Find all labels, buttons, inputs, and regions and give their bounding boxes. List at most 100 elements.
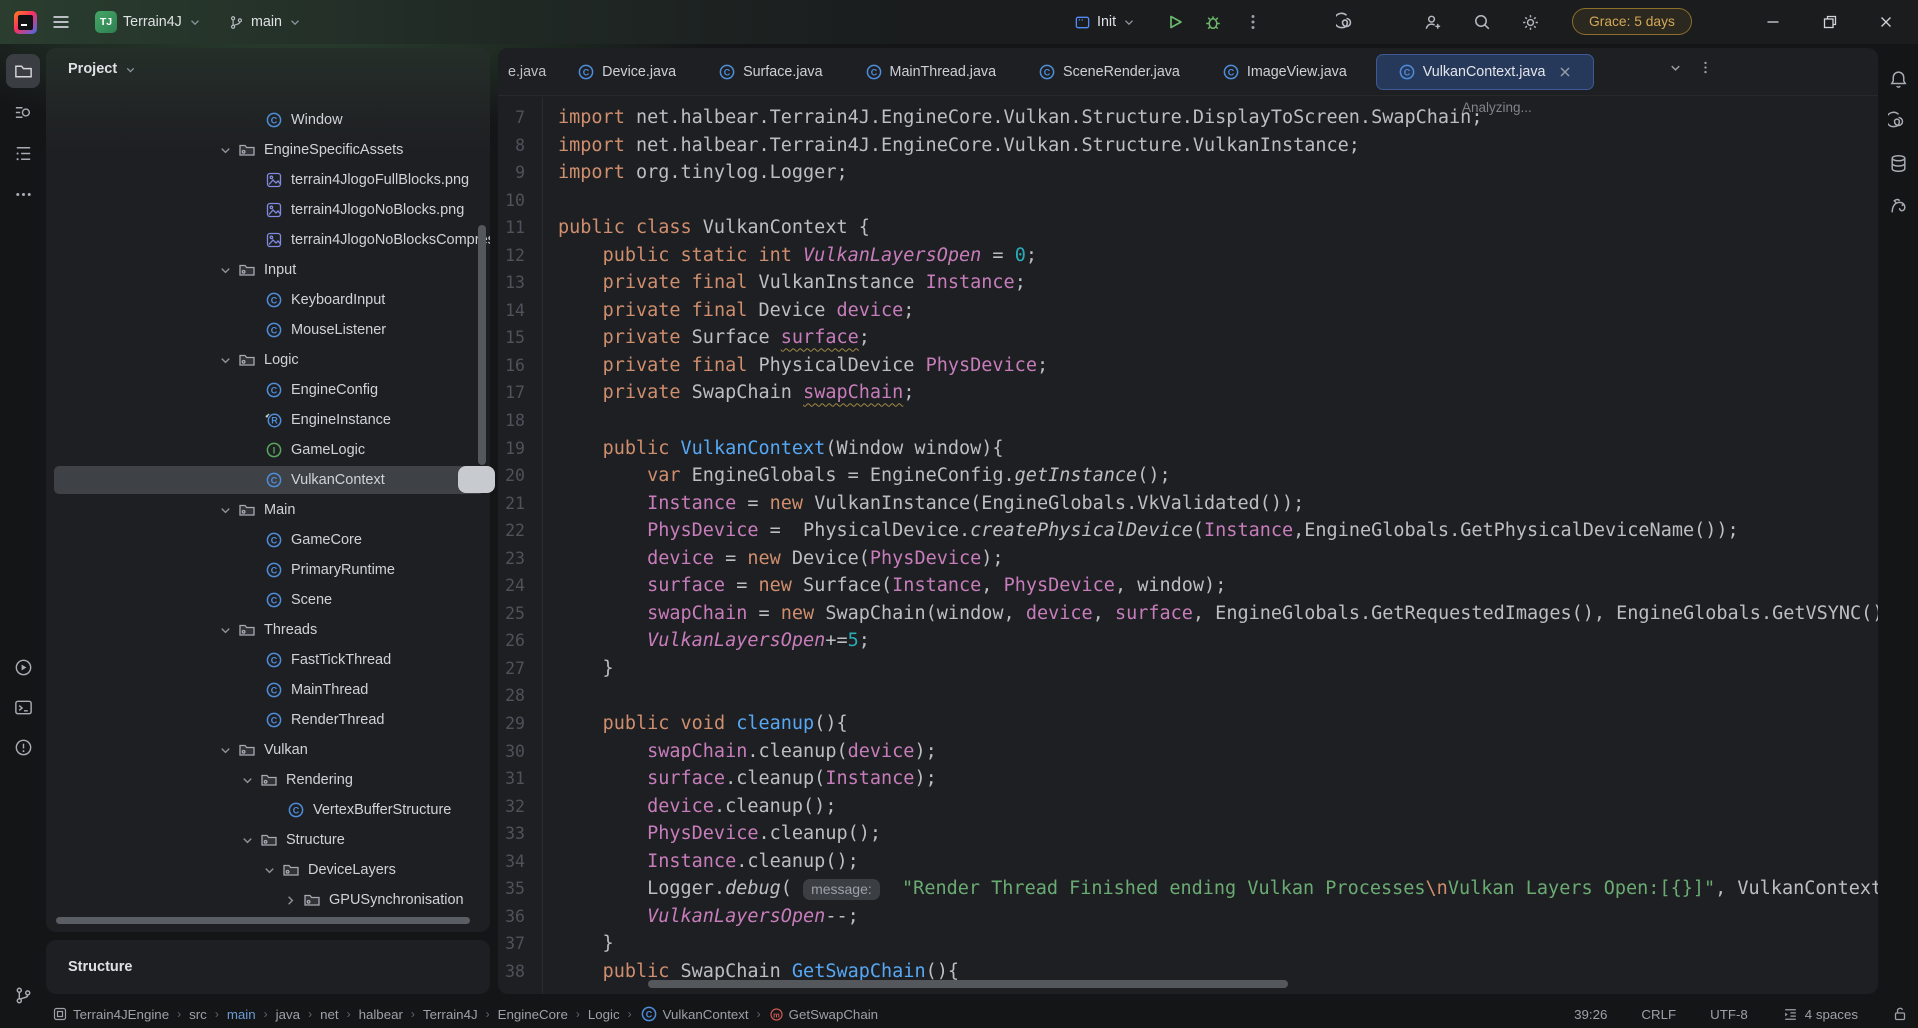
line-number[interactable]: 30 bbox=[498, 738, 528, 766]
tree-item-Window[interactable]: CWindow bbox=[46, 105, 490, 135]
tool-window-button-project[interactable] bbox=[6, 54, 40, 88]
line-number[interactable]: 15 bbox=[498, 324, 528, 352]
code-line-12[interactable]: public static int VulkanLayersOpen = 0; bbox=[558, 242, 1878, 270]
tree-item-GPUSynchronisation[interactable]: GPUSynchronisation bbox=[46, 885, 490, 915]
tree-item-Logic[interactable]: Logic bbox=[46, 345, 490, 375]
editor-tab-Device.java[interactable]: CDevice.java bbox=[556, 54, 697, 90]
chevron-down-icon[interactable] bbox=[218, 501, 238, 519]
line-number[interactable]: 31 bbox=[498, 765, 528, 793]
breadcrumb-net[interactable]: net bbox=[320, 1007, 339, 1022]
line-number[interactable]: 34 bbox=[498, 848, 528, 876]
tree-item-terrain4JlogoNoBlocksCompressed.png[interactable]: terrain4JlogoNoBlocksCompressed.png bbox=[46, 225, 490, 255]
editor-tab-VulkanContext.java[interactable]: CVulkanContext.java bbox=[1376, 54, 1595, 90]
line-number[interactable]: 35 bbox=[498, 875, 528, 903]
breadcrumb-Terrain4J[interactable]: Terrain4J bbox=[423, 1007, 478, 1022]
code-line-26[interactable]: VulkanLayersOpen+=5; bbox=[558, 627, 1878, 655]
tool-window-button-run-tool[interactable] bbox=[6, 650, 40, 684]
caret-position[interactable]: 39:26 bbox=[1574, 1007, 1607, 1022]
code-line-21[interactable]: Instance = new VulkanInstance(EngineGlob… bbox=[558, 490, 1878, 518]
tree-item-EngineSpecificAssets[interactable]: EngineSpecificAssets bbox=[46, 135, 490, 165]
line-number[interactable]: 7 bbox=[498, 104, 528, 132]
line-number[interactable]: 17 bbox=[498, 379, 528, 407]
file-encoding[interactable]: UTF-8 bbox=[1710, 1007, 1748, 1022]
code-line-24[interactable]: surface = new Surface(Instance, PhysDevi… bbox=[558, 572, 1878, 600]
code-line-15[interactable]: private Surface surface; bbox=[558, 324, 1878, 352]
main-menu-button[interactable] bbox=[50, 0, 72, 44]
search-everywhere-button[interactable] bbox=[1465, 5, 1499, 39]
chevron-down-icon[interactable] bbox=[218, 141, 238, 159]
tree-item-terrain4JlogoNoBlocks.png[interactable]: terrain4JlogoNoBlocks.png bbox=[46, 195, 490, 225]
line-number[interactable]: 37 bbox=[498, 930, 528, 958]
code-editor[interactable]: import net.halbear.Terrain4J.EngineCore.… bbox=[558, 104, 1878, 986]
readonly-toggle[interactable] bbox=[1892, 1006, 1908, 1022]
tree-item-GameCore[interactable]: CGameCore bbox=[46, 525, 490, 555]
code-line-32[interactable]: device.cleanup(); bbox=[558, 793, 1878, 821]
tool-window-button-terminal[interactable] bbox=[6, 690, 40, 724]
breadcrumb-halbear[interactable]: halbear bbox=[359, 1007, 403, 1022]
tree-item-terrain4JlogoFullBlocks.png[interactable]: terrain4JlogoFullBlocks.png bbox=[46, 165, 490, 195]
chevron-down-icon[interactable] bbox=[262, 861, 282, 879]
line-number[interactable]: 38 bbox=[498, 958, 528, 986]
code-line-37[interactable]: } bbox=[558, 930, 1878, 958]
vcs-widget[interactable]: main bbox=[228, 0, 302, 44]
line-number[interactable]: 24 bbox=[498, 572, 528, 600]
tree-item-VertexBufferStructure[interactable]: CVertexBufferStructure bbox=[46, 795, 490, 825]
code-line-28[interactable] bbox=[558, 682, 1878, 710]
code-with-me-button[interactable] bbox=[1415, 5, 1449, 39]
tool-window-button-ai-assistant[interactable] bbox=[1881, 104, 1915, 138]
chevron-down-icon[interactable] bbox=[240, 771, 260, 789]
splitter-drag-handle[interactable] bbox=[458, 466, 495, 493]
tool-window-button-structure-tool[interactable] bbox=[6, 136, 40, 170]
tree-vertical-scrollbar[interactable] bbox=[478, 225, 486, 465]
tree-item-FastTickThread[interactable]: CFastTickThread bbox=[46, 645, 490, 675]
run-button[interactable] bbox=[1158, 5, 1192, 39]
code-line-35[interactable]: Logger.debug( message: "Render Thread Fi… bbox=[558, 875, 1878, 903]
chevron-down-icon[interactable] bbox=[218, 261, 238, 279]
tree-item-Vulkan[interactable]: Vulkan bbox=[46, 735, 490, 765]
project-widget[interactable]: TJ Terrain4J bbox=[95, 0, 202, 44]
breadcrumb-Terrain4JEngine[interactable]: Terrain4JEngine bbox=[52, 1006, 169, 1022]
code-line-31[interactable]: surface.cleanup(Instance); bbox=[558, 765, 1878, 793]
tree-item-MainThread[interactable]: CMainThread bbox=[46, 675, 490, 705]
tree-horizontal-scrollbar[interactable] bbox=[56, 917, 470, 924]
code-line-17[interactable]: private SwapChain swapChain; bbox=[558, 379, 1878, 407]
code-line-33[interactable]: PhysDevice.cleanup(); bbox=[558, 820, 1878, 848]
code-line-13[interactable]: private final VulkanInstance Instance; bbox=[558, 269, 1878, 297]
code-line-11[interactable]: public class VulkanContext { bbox=[558, 214, 1878, 242]
line-number[interactable]: 10 bbox=[498, 187, 528, 215]
breadcrumb-src[interactable]: src bbox=[189, 1007, 207, 1022]
project-panel-header[interactable]: Project bbox=[46, 48, 490, 90]
line-number[interactable]: 36 bbox=[498, 903, 528, 931]
line-number[interactable]: 23 bbox=[498, 545, 528, 573]
code-line-10[interactable] bbox=[558, 187, 1878, 215]
tool-window-button-more-tools[interactable] bbox=[6, 177, 40, 211]
tool-window-button-commit[interactable] bbox=[6, 95, 40, 129]
code-line-8[interactable]: import net.halbear.Terrain4J.EngineCore.… bbox=[558, 132, 1878, 160]
line-number[interactable]: 25 bbox=[498, 600, 528, 628]
editor-tab-MainThread.java[interactable]: CMainThread.java bbox=[844, 54, 1018, 90]
tree-item-EngineInstance[interactable]: REngineInstance bbox=[46, 405, 490, 435]
tree-item-Main[interactable]: Main bbox=[46, 495, 490, 525]
line-number[interactable]: 12 bbox=[498, 242, 528, 270]
structure-panel-header[interactable]: Structure bbox=[46, 940, 490, 994]
line-number[interactable]: 20 bbox=[498, 462, 528, 490]
line-number[interactable]: 32 bbox=[498, 793, 528, 821]
tree-item-DeviceLayers[interactable]: DeviceLayers bbox=[46, 855, 490, 885]
tree-item-Input[interactable]: Input bbox=[46, 255, 490, 285]
tree-item-Rendering[interactable]: Rendering bbox=[46, 765, 490, 795]
tree-item-GameLogic[interactable]: IGameLogic bbox=[46, 435, 490, 465]
line-number[interactable]: 9 bbox=[498, 159, 528, 187]
intellij-logo[interactable] bbox=[14, 0, 37, 44]
license-badge[interactable]: Grace: 5 days bbox=[1572, 8, 1692, 35]
debug-button[interactable] bbox=[1196, 5, 1230, 39]
chevron-right-icon[interactable] bbox=[283, 891, 303, 909]
tool-window-button-database[interactable] bbox=[1881, 146, 1915, 180]
code-line-7[interactable]: import net.halbear.Terrain4J.EngineCore.… bbox=[558, 104, 1878, 132]
breadcrumb-EngineCore[interactable]: EngineCore bbox=[498, 1007, 568, 1022]
editor-tab-ImageView.java[interactable]: CImageView.java bbox=[1201, 54, 1368, 90]
settings-button[interactable] bbox=[1513, 5, 1547, 39]
line-number[interactable]: 26 bbox=[498, 627, 528, 655]
line-number[interactable]: 8 bbox=[498, 132, 528, 160]
code-line-27[interactable]: } bbox=[558, 655, 1878, 683]
run-config-selector[interactable]: Init bbox=[1074, 0, 1136, 44]
